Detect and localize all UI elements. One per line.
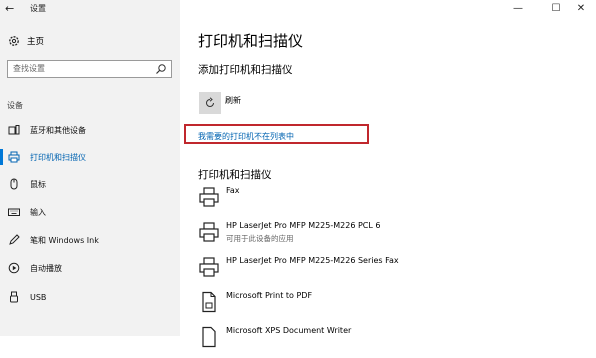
printer-icon [198, 256, 220, 278]
sidebar-item-bluetooth[interactable]: 蓝牙和其他设备 [0, 119, 180, 141]
sidebar-item-label: 打印机和扫描仪 [30, 152, 86, 162]
printers-list-heading: 打印机和扫描仪 [198, 169, 272, 181]
search-icon[interactable] [155, 63, 167, 75]
keyboard-icon [7, 205, 21, 219]
main-content: 打印机和扫描仪 添加打印机和扫描仪 刷新 我需要的打印机不在列表中 打印机和扫描… [180, 0, 596, 348]
sidebar-item-label: 自动播放 [30, 263, 62, 273]
settings-window: ← 设置 主页 查找设置 设备 蓝牙和其他设备 打印机和扫描仪 鼠标 输入 笔和… [0, 0, 596, 348]
printer-icon [198, 221, 220, 243]
sidebar-item-pen[interactable]: 笔和 Windows Ink [0, 229, 180, 251]
home-label: 主页 [27, 37, 45, 47]
home-link[interactable]: 主页 [7, 34, 44, 48]
autoplay-icon [7, 261, 21, 275]
pdf-printer-icon [198, 291, 220, 313]
xps-printer-icon [198, 326, 220, 348]
sidebar-item-usb[interactable]: USB [0, 286, 180, 308]
add-printers-heading: 添加打印机和扫描仪 [198, 64, 293, 76]
mouse-icon [7, 177, 21, 191]
device-name: HP LaserJet Pro MFP M225-M226 PCL 6 [226, 221, 381, 230]
sidebar-item-typing[interactable]: 输入 [0, 201, 180, 223]
back-arrow-icon[interactable]: ← [5, 2, 19, 16]
refresh-label: 刷新 [225, 96, 241, 105]
sidebar-item-label: 蓝牙和其他设备 [30, 125, 86, 135]
sidebar-item-mouse[interactable]: 鼠标 [0, 173, 180, 195]
printer-not-listed-link[interactable]: 我需要的打印机不在列表中 [198, 131, 294, 142]
list-item[interactable]: HP LaserJet Pro MFP M225-M226 PCL 6 可用于此… [198, 221, 588, 253]
list-item[interactable]: Fax [198, 186, 588, 218]
device-name: Microsoft Print to PDF [226, 291, 313, 300]
sidebar-item-label: 鼠标 [30, 179, 46, 189]
window-title: 设置 [30, 4, 46, 13]
refresh-icon [204, 94, 216, 113]
sidebar-item-label: 输入 [30, 207, 46, 217]
printer-icon [198, 186, 220, 208]
sidebar-item-label: USB [30, 292, 47, 302]
search-placeholder: 查找设置 [13, 64, 45, 73]
device-name: Microsoft XPS Document Writer [226, 326, 352, 335]
list-item[interactable]: HP LaserJet Pro MFP M225-M226 Series Fax [198, 256, 588, 288]
bluetooth-devices-icon [7, 123, 21, 137]
section-label: 设备 [7, 101, 23, 110]
refresh-button[interactable] [199, 92, 221, 114]
usb-icon [7, 290, 21, 304]
sidebar: ← 设置 主页 查找设置 设备 蓝牙和其他设备 打印机和扫描仪 鼠标 输入 笔和… [0, 0, 180, 336]
active-indicator [0, 149, 3, 165]
sidebar-item-label: 笔和 Windows Ink [30, 235, 99, 245]
device-status: 可用于此设备的应用 [226, 234, 294, 243]
page-title: 打印机和扫描仪 [198, 32, 304, 50]
printer-icon [7, 150, 21, 164]
search-input[interactable]: 查找设置 [7, 60, 172, 78]
list-item[interactable]: Microsoft XPS Document Writer [198, 326, 588, 358]
sidebar-item-printers[interactable]: 打印机和扫描仪 [0, 146, 180, 168]
pen-icon [7, 233, 21, 247]
gear-icon [7, 34, 21, 48]
sidebar-item-autoplay[interactable]: 自动播放 [0, 257, 180, 279]
device-name: Fax [226, 186, 240, 195]
list-item[interactable]: Microsoft Print to PDF [198, 291, 588, 323]
device-name: HP LaserJet Pro MFP M225-M226 Series Fax [226, 256, 399, 265]
